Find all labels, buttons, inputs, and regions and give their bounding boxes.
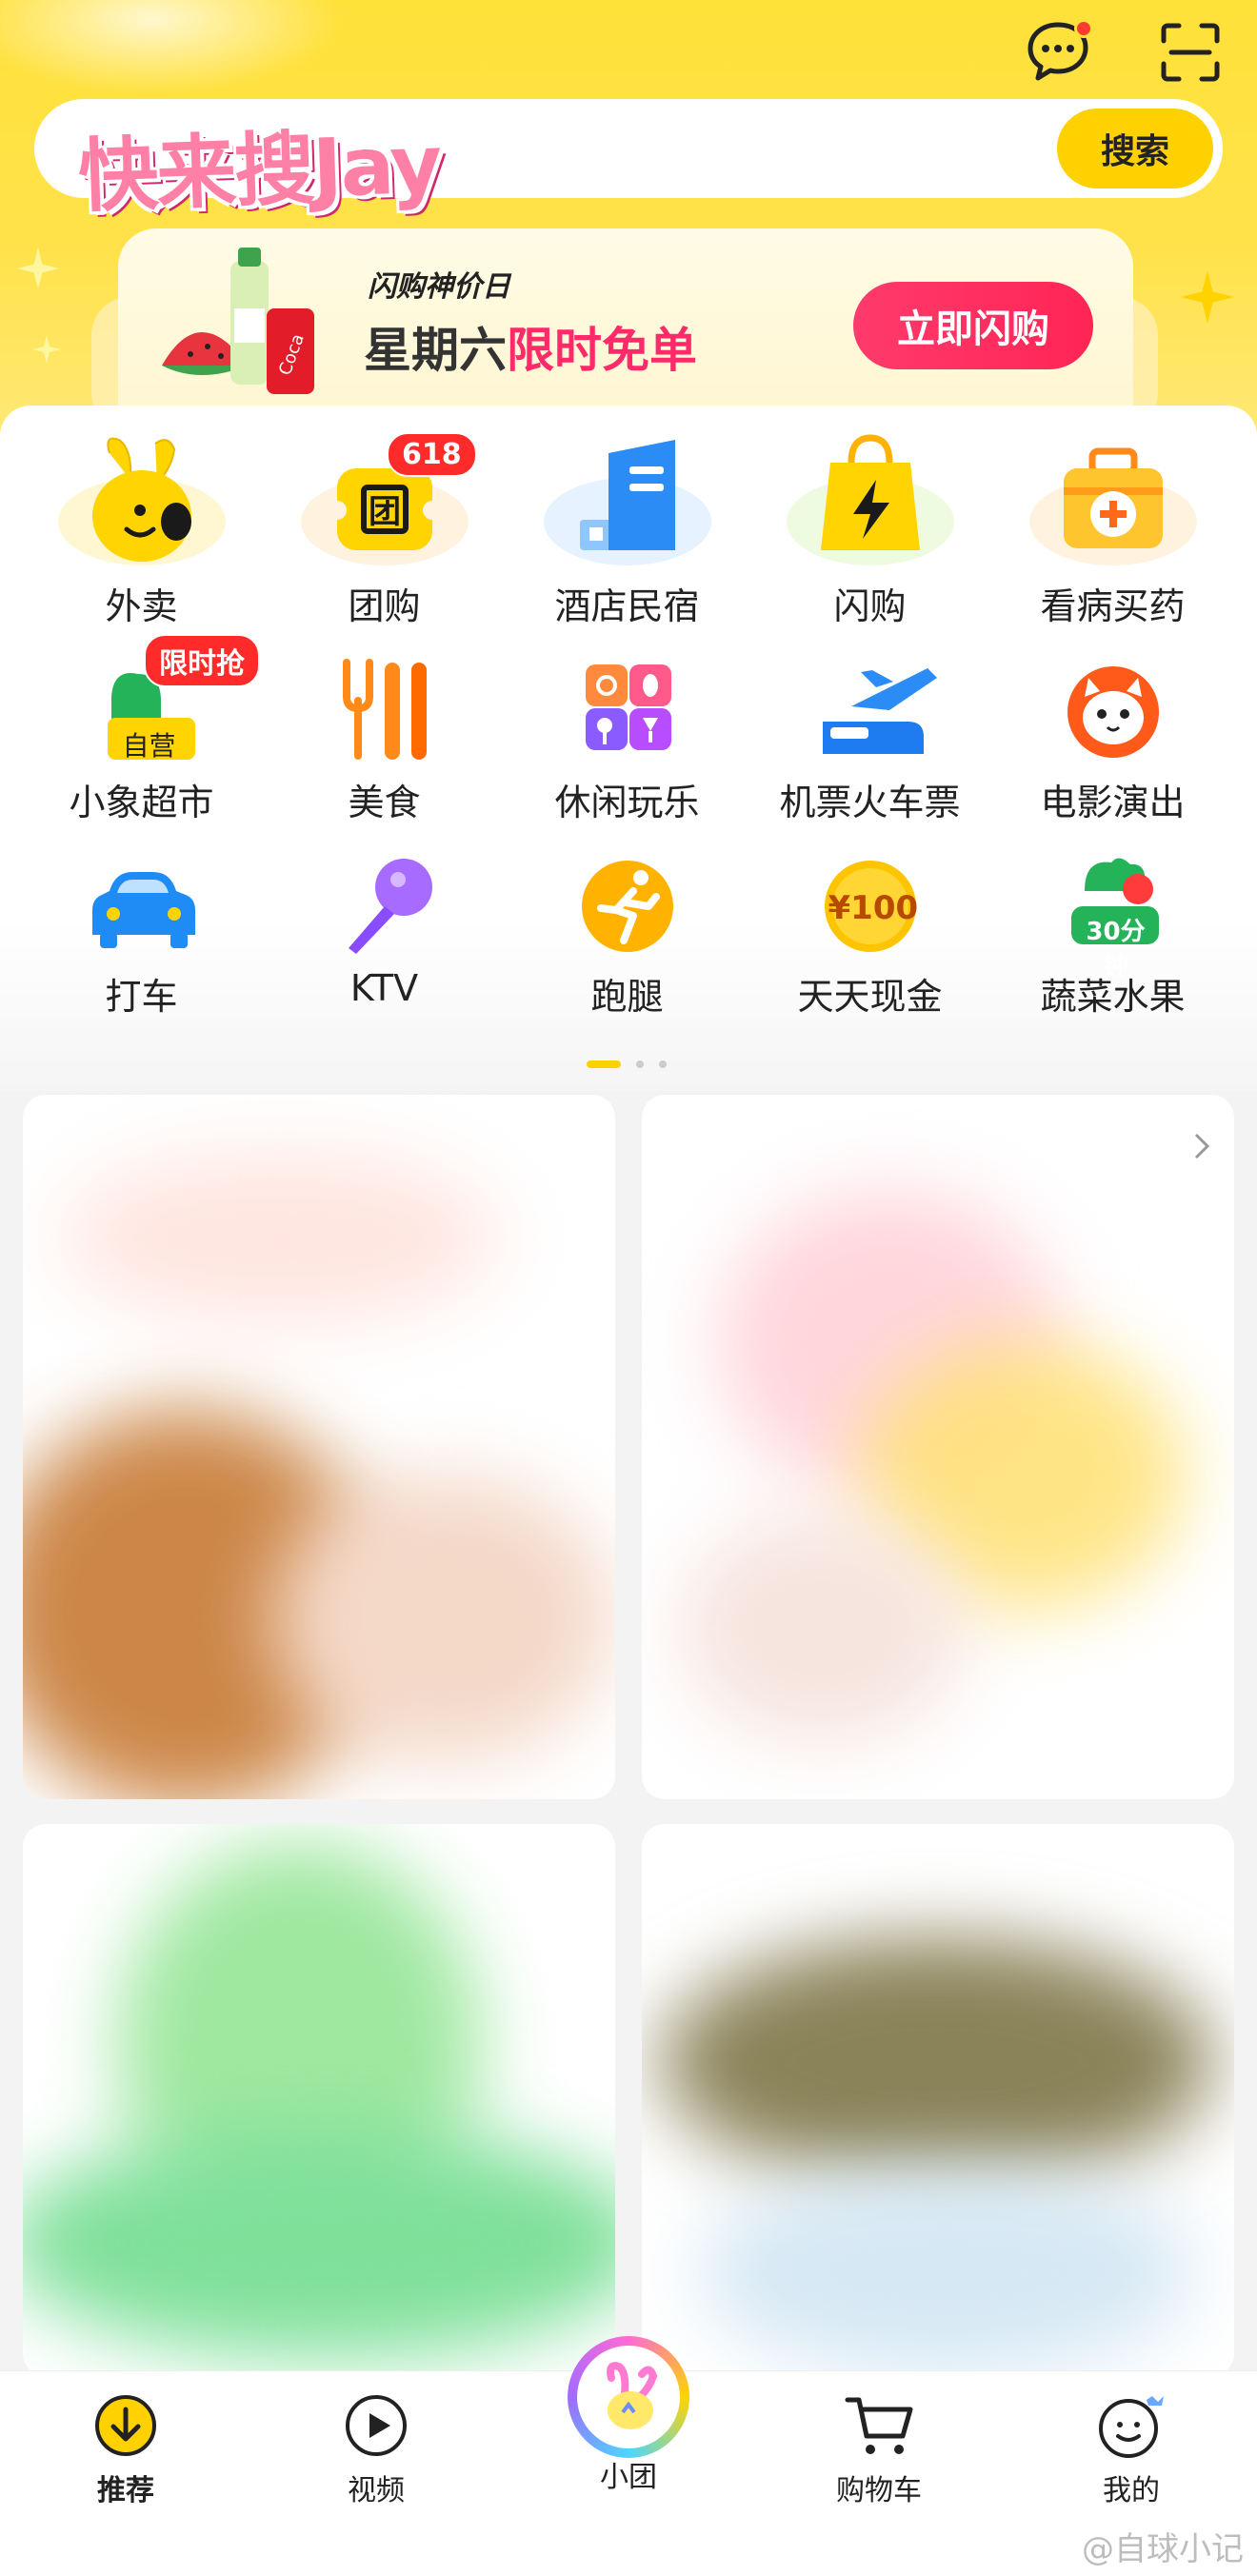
flash-sale-badge: 限时抢 [144,634,260,687]
fork-knife-icon [299,659,470,763]
category-label: 团购 [348,585,421,627]
medicine-kit-icon [1028,434,1199,567]
blur-content [61,1152,499,1323]
promo-banner[interactable]: Coca 闪购神价日 星期六限时免单 立即闪购 [118,228,1133,428]
category-label: 跑腿 [590,976,664,1018]
cash-coin-icon: ¥100 [785,853,956,958]
scan-icon[interactable] [1149,11,1231,93]
category-label: 看病买药 [1040,585,1186,627]
banner-title: 星期六限时免单 [364,312,697,381]
tab-label: 购物车 [836,2474,922,2507]
tab-label: 推荐 [97,2474,154,2507]
category-waimai[interactable]: 外卖 [20,434,263,627]
xiaotuan-icon [577,2346,680,2448]
promo-badge: 618 [387,432,477,477]
category-label: 天天现金 [797,976,943,1018]
watermark: @自球小记 [1082,2530,1244,2568]
vegetables-icon: 30分钟 [1028,853,1199,981]
microphone-icon [299,853,470,958]
hotel-icon [542,434,713,567]
category-label: 外卖 [105,585,178,627]
category-label: 电影演出 [1040,782,1186,823]
feed-card[interactable] [23,1095,615,1799]
page-indicator [587,1060,672,1070]
profile-icon [1099,2396,1164,2458]
coin-amount: ¥100 [828,889,919,927]
sparkle-icon [1181,270,1234,324]
flash-bag-icon [785,434,956,567]
tab-label: 视频 [348,2474,405,2507]
delivery-time-tag: 30分钟 [1086,918,1146,981]
category-cash[interactable]: ¥100 天天现金 [748,853,991,1043]
feed-card[interactable] [642,1095,1234,1799]
tab-label: 小团 [600,2461,657,2494]
category-hotel[interactable]: 酒店民宿 [506,434,748,627]
search-button[interactable]: 搜索 [1057,109,1213,188]
tab-recommend[interactable]: 推荐 [30,2392,221,2516]
category-label: 闪购 [833,585,907,627]
blur-content [699,2167,1194,2376]
taxi-icon [56,853,228,958]
category-supermarket[interactable]: 自营 限时抢 小象超市 [20,634,263,849]
category-label: 小象超市 [69,782,214,823]
category-errand[interactable]: 跑腿 [506,853,748,1043]
category-leisure[interactable]: 休闲玩乐 [506,659,748,849]
banner-subtitle: 闪购神价日 [368,270,510,304]
sparkle-icon [32,335,61,364]
category-grid: 外卖 团 618 团购 酒店民宿 闪购 看病买药 自营 限时抢 小象超市 美食 … [0,406,1257,1091]
category-vegetables[interactable]: 30分钟 蔬菜水果 [991,853,1234,1043]
unread-dot [1074,19,1093,38]
page-dot-active [587,1060,621,1068]
blur-content [23,2129,615,2357]
blur-content [661,1938,1213,2186]
banner-title-prefix: 星期六 [364,323,507,378]
category-taxi[interactable]: 打车 [20,853,263,1043]
recommend-icon [95,2395,156,2456]
category-tickets[interactable]: 机票火车票 [748,659,991,849]
xiaotuan-button[interactable] [568,2336,689,2458]
self-run-tag: 自营 [122,730,176,762]
svg-text:团: 团 [369,493,401,531]
tab-profile[interactable]: 我的 [1036,2392,1227,2516]
video-play-icon [346,2395,407,2456]
sparkle-icon [17,248,59,289]
tab-cart[interactable]: 购物车 [784,2392,974,2516]
chevron-right-icon[interactable] [1190,1131,1213,1161]
category-label: 酒店民宿 [554,585,700,627]
search-input[interactable]: 快来搜Jay [76,100,442,228]
banner-title-highlight: 限时免单 [507,323,697,378]
category-ktv[interactable]: KTV [263,853,506,1043]
tab-video[interactable]: 视频 [281,2392,471,2516]
plane-train-icon [785,659,956,763]
feed-card[interactable] [642,1824,1234,2376]
feed-card[interactable] [23,1824,615,2376]
tab-label: 我的 [1103,2474,1160,2507]
category-tuangou[interactable]: 团 618 团购 [263,432,506,627]
search-bar[interactable]: 快来搜Jay 搜索 [34,99,1223,224]
cart-icon [845,2397,913,2454]
runner-icon [542,853,713,958]
category-label: 休闲玩乐 [554,782,700,823]
category-food[interactable]: 美食 [263,659,506,849]
category-medicine[interactable]: 看病买药 [991,434,1234,627]
page-dot [659,1060,667,1068]
flash-buy-button[interactable]: 立即闪购 [853,282,1093,369]
message-icon[interactable] [1017,11,1099,93]
header-glow [0,0,343,95]
page-dot [636,1060,644,1068]
category-label: KTV [349,967,419,1009]
drinks-fruit-icon: Coca [162,248,314,394]
blur-content [270,1476,613,1761]
leisure-icon [542,659,713,763]
category-movie[interactable]: 电影演出 [991,659,1234,849]
waimai-icon [56,434,228,567]
category-label: 打车 [105,976,178,1018]
category-shangou[interactable]: 闪购 [748,434,991,627]
category-label: 美食 [348,782,421,823]
category-label: 机票火车票 [779,782,961,823]
blur-content [680,1514,966,1742]
header-area: 快来搜Jay 搜索 Coca 闪购神价日 星期六限时免单 立即闪购 [0,0,1257,447]
cat-movie-icon [1028,659,1199,763]
